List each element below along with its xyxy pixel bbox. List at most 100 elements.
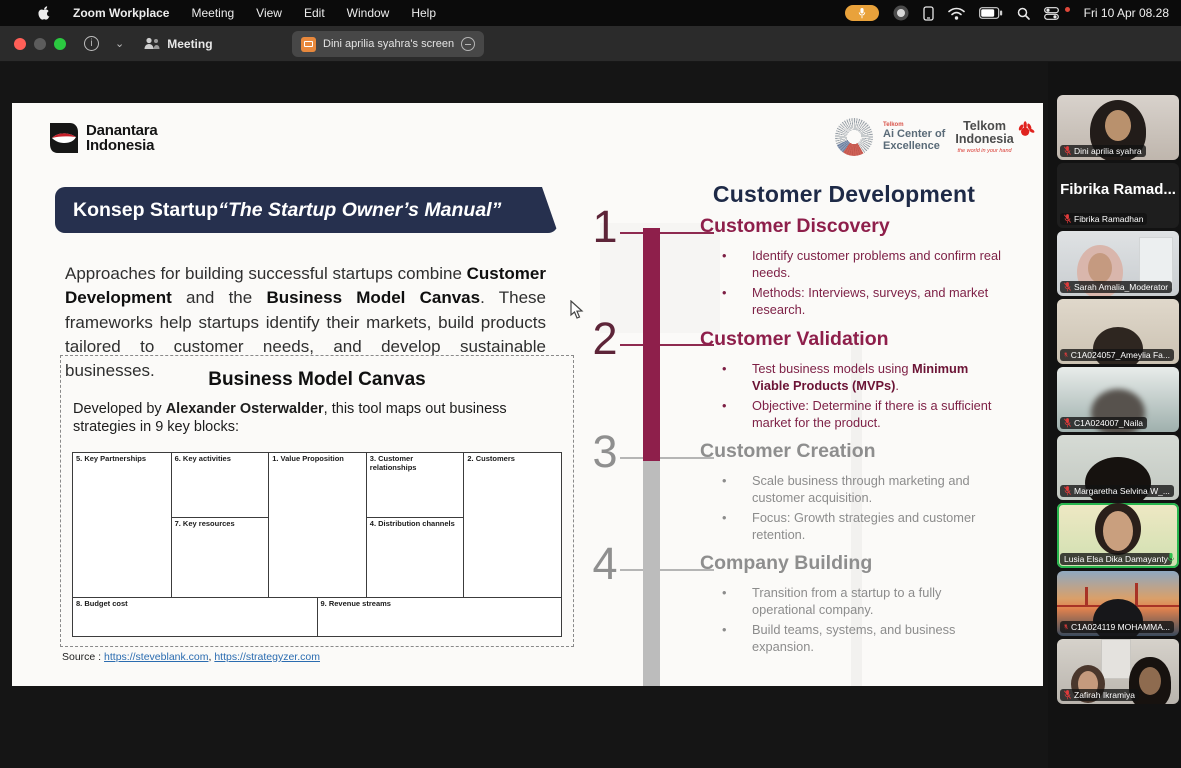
source-label: Source :	[62, 651, 101, 663]
bmc-cell-value-proposition: 1. Value Proposition	[268, 453, 366, 597]
participant-tile-zafirah[interactable]: Zafirah Ikramiya	[1057, 639, 1179, 704]
ai-coe-logo-icon	[835, 118, 873, 156]
spotlight-icon[interactable]	[1017, 7, 1030, 20]
source-link-strategyzer[interactable]: https://strategyzer.com	[214, 651, 320, 663]
wifi-icon[interactable]	[948, 7, 965, 20]
window-title: Meeting	[167, 37, 212, 51]
timeline-number-1: 1	[582, 201, 628, 253]
bullet-item: •Identify customer problems and confirm …	[700, 248, 1002, 282]
timeline-bar-gray	[643, 461, 660, 686]
muted-mic-icon	[1064, 622, 1068, 632]
tab-options-icon[interactable]	[461, 37, 475, 51]
participant-tile-sarah[interactable]: Sarah Amalia_Moderator	[1057, 231, 1179, 296]
menu-clock[interactable]: Fri 10 Apr 08.28	[1084, 6, 1169, 20]
virtual-background-bridge	[1135, 583, 1138, 607]
muted-mic-icon	[1064, 690, 1071, 700]
chevron-down-icon[interactable]: ⌄	[115, 37, 124, 50]
meeting-icon	[144, 37, 160, 50]
apple-icon[interactable]	[38, 6, 51, 21]
muted-mic-icon	[1064, 146, 1071, 156]
timeline-number-4: 4	[582, 538, 628, 590]
virtual-background-bridge	[1085, 587, 1088, 607]
bullet-item: •Focus: Growth strategies and customer r…	[700, 510, 1002, 544]
participant-tile-dini[interactable]: Dini aprilia syahra	[1057, 95, 1179, 160]
zoom-meeting-window: Zoom Workplace Meeting View Edit Window …	[0, 0, 1181, 768]
fullscreen-button[interactable]	[54, 38, 66, 50]
section-title: Customer Validation	[700, 328, 1002, 351]
participant-tile-margaretha[interactable]: Margaretha Selvina W_...	[1057, 435, 1179, 500]
screen-share-tab[interactable]: Dini aprilia syahra's screen	[292, 31, 484, 57]
danantara-logo-icon	[48, 123, 78, 153]
tab-title: Dini aprilia syahra's screen	[323, 38, 454, 50]
participant-video	[1105, 110, 1131, 141]
share-icon	[301, 37, 316, 52]
muted-mic-icon	[1064, 418, 1071, 428]
participant-video	[1103, 511, 1133, 551]
section-customer-creation: Customer Creation •Scale business throug…	[700, 440, 1002, 547]
danantara-logo-line1: Danantara	[86, 123, 158, 138]
bmc-title: Business Model Canvas	[61, 369, 573, 391]
participant-video	[1101, 639, 1131, 679]
participant-tile-fibrika[interactable]: Fibrika Ramad... Fibrika Ramadhan	[1057, 163, 1179, 228]
participant-name-label: C1A024057_Ameylia Fa...	[1060, 349, 1174, 361]
customer-development-heading: Customer Development	[694, 181, 994, 208]
danantara-logo: Danantara Indonesia	[48, 123, 158, 153]
bmc-cell-revenue-streams: 9. Revenue streams	[317, 598, 562, 637]
close-button[interactable]	[14, 38, 26, 50]
muted-mic-icon	[1064, 214, 1071, 224]
mic-in-use-icon[interactable]	[845, 5, 879, 21]
participant-tile-mohammad[interactable]: C1A024119 MOHAMMA...	[1057, 571, 1179, 636]
bullet-item: •Test business models using Minimum Viab…	[700, 361, 1002, 395]
timeline-number-2: 2	[582, 313, 628, 365]
section-title: Company Building	[700, 552, 1002, 575]
info-icon[interactable]: i	[84, 36, 99, 51]
participant-tile-naila[interactable]: C1A024007_Naila	[1057, 367, 1179, 432]
bmc-cell-key-resources: 7. Key resources	[171, 517, 269, 597]
timeline-bar-maroon	[643, 228, 660, 461]
participant-video	[1139, 667, 1161, 695]
participant-name-label: Sarah Amalia_Moderator	[1060, 281, 1172, 293]
muted-mic-icon	[1064, 350, 1068, 360]
menu-app-name[interactable]: Zoom Workplace	[73, 6, 169, 20]
bmc-grid: 5. Key Partnerships 6. Key activities 1.…	[72, 452, 562, 637]
participant-name-label: Dini aprilia syahra	[1060, 145, 1146, 157]
section-customer-discovery: Customer Discovery •Identify customer pr…	[700, 215, 1002, 322]
telkom-tagline: the world in your hand	[955, 148, 1013, 154]
bmc-cell-customers: 2. Customers	[463, 453, 561, 597]
bmc-cell-customer-relationships: 3. Customer relationships	[366, 453, 464, 517]
participant-tile-lusia-active-speaker[interactable]: Lusia Elsa Dika Damayanty	[1057, 503, 1179, 568]
section-company-building: Company Building •Transition from a star…	[700, 552, 1002, 659]
participants-sidebar: Dini aprilia syahra Fibrika Ramad... Fib…	[1048, 62, 1181, 768]
menu-item-meeting[interactable]: Meeting	[191, 6, 234, 20]
bmc-subtitle: Developed by Alexander Osterwalder, this…	[73, 400, 561, 436]
participant-name-label: Fibrika Ramadhan	[1060, 213, 1147, 225]
menu-item-view[interactable]: View	[256, 6, 282, 20]
section-title: Customer Creation	[700, 440, 1002, 463]
slide-title-banner: Konsep Startup “The Startup Owner’s Manu…	[55, 187, 558, 233]
battery-icon[interactable]	[979, 7, 1003, 19]
source-row: Source : https://steveblank.com, https:/…	[62, 651, 320, 663]
danantara-logo-line2: Indonesia	[86, 138, 158, 153]
input-source-icon[interactable]	[893, 5, 909, 21]
shared-screen-area: Danantara Indonesia Telkom Ai Center of …	[0, 62, 1181, 768]
bmc-box: Business Model Canvas Developed by Alexa…	[60, 355, 574, 647]
source-link-steveblank[interactable]: https://steveblank.com	[104, 651, 208, 663]
section-title: Customer Discovery	[700, 215, 1002, 238]
partner-logos: Telkom Ai Center of Excellence Telkom In…	[835, 118, 1036, 156]
mouse-cursor	[570, 300, 584, 320]
participant-name-label: C1A024007_Naila	[1060, 417, 1147, 429]
minimize-button[interactable]	[34, 38, 46, 50]
menu-item-help[interactable]: Help	[411, 6, 436, 20]
menu-item-edit[interactable]: Edit	[304, 6, 325, 20]
telkom-line2: Indonesia	[955, 133, 1013, 146]
menu-item-window[interactable]: Window	[347, 6, 390, 20]
presentation-slide: Danantara Indonesia Telkom Ai Center of …	[12, 103, 1043, 686]
slide-title-quoted: “The Startup Owner’s Manual”	[218, 199, 501, 222]
muted-mic-icon	[1064, 486, 1071, 496]
participant-name-label: Zafirah Ikramiya	[1060, 689, 1139, 701]
notification-dot	[1065, 7, 1070, 12]
control-center-icon[interactable]	[1044, 7, 1059, 20]
bullet-item: •Scale business through marketing and cu…	[700, 473, 1002, 507]
phone-mirroring-icon[interactable]	[923, 6, 934, 21]
participant-tile-ameylia[interactable]: C1A024057_Ameylia Fa...	[1057, 299, 1179, 364]
